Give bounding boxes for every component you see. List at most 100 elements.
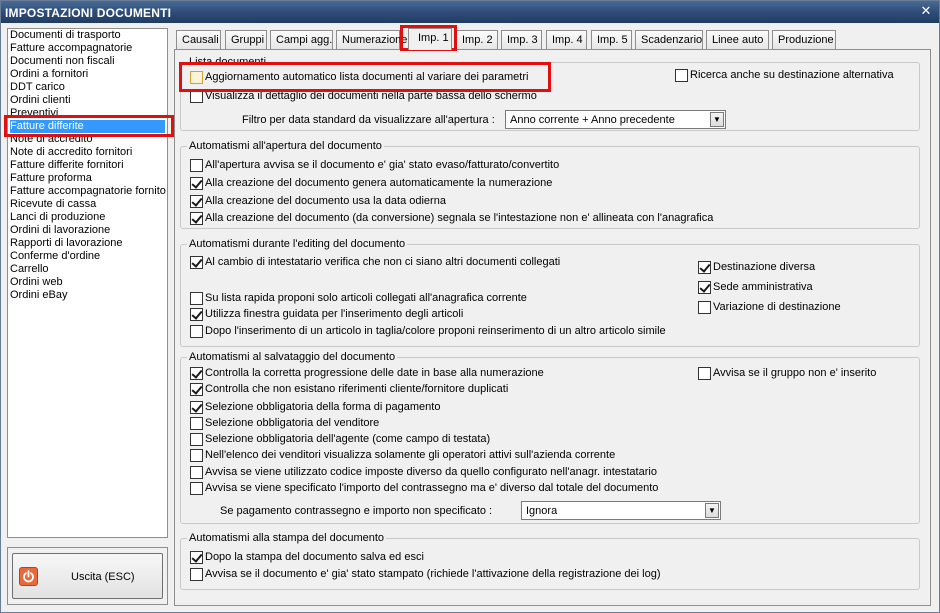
checkbox-label: Dopo la stampa del documento salva ed es… [205, 551, 424, 563]
checkbox-box[interactable] [698, 261, 711, 274]
chevron-down-icon[interactable]: ▼ [710, 112, 724, 127]
checkbox-box[interactable] [190, 212, 203, 225]
sidebar-item[interactable]: Ordini eBay [8, 289, 167, 302]
sidebar-item[interactable]: Fatture differite [10, 120, 165, 133]
checkbox-box[interactable] [190, 292, 203, 305]
sidebar-item[interactable]: Ordini a fornitori [8, 68, 167, 81]
close-icon[interactable]: ✕ [918, 3, 934, 19]
tab-imp-5[interactable]: Imp. 5 [591, 30, 632, 49]
checkbox-tax-code-warn[interactable]: Avvisa se viene utilizzato codice impost… [190, 466, 657, 481]
power-icon [19, 567, 38, 586]
checkbox-box[interactable] [190, 433, 203, 446]
checkbox-quick-list[interactable]: Su lista rapida proponi solo articoli co… [190, 292, 527, 307]
checkbox-box[interactable] [190, 177, 203, 190]
checkbox-payment-required[interactable]: Selezione obbligatoria della forma di pa… [190, 401, 440, 416]
sidebar-item[interactable]: Note di accredito [8, 133, 167, 146]
tab-campi-agg[interactable]: Campi agg. [270, 30, 333, 49]
checkbox-header-check[interactable]: Alla creazione del documento (da convers… [190, 212, 713, 227]
checkbox-box[interactable] [190, 551, 203, 564]
tab-imp-3[interactable]: Imp. 3 [501, 30, 542, 49]
checkbox-label: Alla creazione del documento usa la data… [205, 195, 446, 207]
checkbox-active-sellers[interactable]: Nell'elenco dei venditori visualizza sol… [190, 449, 615, 464]
checkbox-box[interactable] [190, 482, 203, 495]
checkbox-box[interactable] [675, 69, 688, 82]
checkbox-already-printed[interactable]: Avvisa se il documento e' gia' stato sta… [190, 568, 661, 583]
cod-payment-value: Ignora [526, 505, 558, 517]
checkbox-date-progression[interactable]: Controlla la corretta progressione delle… [190, 367, 544, 382]
exit-button[interactable]: Uscita (ESC) [12, 553, 163, 599]
tab-imp-1[interactable]: Imp. 1 [408, 28, 452, 50]
checkbox-box[interactable] [190, 159, 203, 172]
checkbox-apertura-avvisa[interactable]: All'apertura avvisa se il documento e' g… [190, 159, 559, 174]
checkbox-box[interactable] [698, 367, 711, 380]
checkbox-label: Controlla la corretta progressione delle… [205, 367, 544, 379]
checkbox-label: Ricerca anche su destinazione alternativ… [690, 69, 894, 81]
checkbox-box[interactable] [190, 383, 203, 396]
checkbox-reinsert[interactable]: Dopo l'inserimento di un articolo in tag… [190, 325, 666, 340]
sidebar-item[interactable]: DDT carico [8, 81, 167, 94]
checkbox-box[interactable] [190, 256, 203, 269]
sidebar-item[interactable]: Ordini clienti [8, 94, 167, 107]
tab-imp-2[interactable]: Imp. 2 [456, 30, 498, 49]
checkbox-box[interactable] [698, 281, 711, 294]
sidebar-item[interactable]: Note di accredito fornitori [8, 146, 167, 159]
sidebar-item[interactable]: Documenti non fiscali [8, 55, 167, 68]
checkbox-group-warn[interactable]: Avvisa se il gruppo non e' inserito [698, 367, 876, 382]
sidebar-item[interactable]: Fatture accompagnatorie [8, 42, 167, 55]
tab-linee-auto[interactable]: Linee auto [706, 30, 769, 49]
checkbox-show-detail[interactable]: Visualizza il dettaglio dei documenti ne… [190, 90, 537, 105]
sidebar-item[interactable]: Fatture differite fornitori [8, 159, 167, 172]
checkbox-label: Selezione obbligatoria del venditore [205, 417, 380, 429]
checkbox-var-dest[interactable]: Variazione di destinazione [698, 301, 841, 316]
sidebar-item[interactable]: Conferme d'ordine [8, 250, 167, 263]
tab-numerazione[interactable]: Numerazione [336, 30, 407, 49]
checkbox-duplicate-refs[interactable]: Controlla che non esistano riferimenti c… [190, 383, 508, 398]
document-type-list[interactable]: Documenti di trasporto Fatture accompagna… [7, 28, 168, 538]
checkbox-box[interactable] [190, 466, 203, 479]
tab-causali[interactable]: Causali [176, 30, 221, 49]
sidebar-item[interactable]: Ricevute di cassa [8, 198, 167, 211]
group-editing: Automatismi durante l'editing del docume… [180, 238, 920, 347]
tab-gruppi[interactable]: Gruppi [225, 30, 267, 49]
checkbox-box[interactable] [190, 71, 203, 84]
checkbox-box[interactable] [190, 195, 203, 208]
cod-payment-select[interactable]: Ignora ▼ [521, 501, 721, 520]
checkbox-box[interactable] [190, 90, 203, 103]
checkbox-cod-amount-warn[interactable]: Avvisa se viene specificato l'importo de… [190, 482, 658, 497]
checkbox-box[interactable] [190, 401, 203, 414]
tab-produzione[interactable]: Produzione [772, 30, 836, 49]
checkbox-box[interactable] [190, 325, 203, 338]
sidebar-item[interactable]: Ordini web [8, 276, 167, 289]
chevron-down-icon[interactable]: ▼ [705, 503, 719, 518]
sidebar-item[interactable]: Ordini di lavorazione [8, 224, 167, 237]
checkbox-box[interactable] [190, 449, 203, 462]
checkbox-box[interactable] [698, 301, 711, 314]
sidebar-item[interactable]: Documenti di trasporto [8, 29, 167, 42]
checkbox-sede-amm[interactable]: Sede amministrativa [698, 281, 813, 296]
date-filter-select[interactable]: Anno corrente + Anno precedente ▼ [505, 110, 726, 129]
sidebar-item[interactable]: Fatture proforma [8, 172, 167, 185]
checkbox-wizard[interactable]: Utilizza finestra guidata per l'inserime… [190, 308, 463, 323]
checkbox-auto-numbering[interactable]: Alla creazione del documento genera auto… [190, 177, 552, 192]
checkbox-today-date[interactable]: Alla creazione del documento usa la data… [190, 195, 446, 210]
tab-scadenzario[interactable]: Scadenzario [635, 30, 703, 49]
sidebar-item[interactable]: Rapporti di lavorazione [8, 237, 167, 250]
checkbox-change-holder[interactable]: Al cambio di intestatario verifica che n… [190, 256, 560, 271]
checkbox-seller-required[interactable]: Selezione obbligatoria del venditore [190, 417, 379, 432]
checkbox-alt-search[interactable]: Ricerca anche su destinazione alternativ… [675, 69, 894, 84]
sidebar-item[interactable]: Lanci di produzione [8, 211, 167, 224]
checkbox-agent-required[interactable]: Selezione obbligatoria dell'agente (come… [190, 433, 490, 448]
date-filter-label: Filtro per data standard da visualizzare… [242, 114, 495, 126]
sidebar-item[interactable]: Carrello [8, 263, 167, 276]
checkbox-dest-diversa[interactable]: Destinazione diversa [698, 261, 815, 276]
checkbox-print-save-exit[interactable]: Dopo la stampa del documento salva ed es… [190, 551, 424, 566]
sidebar-item[interactable]: Preventivi [8, 107, 167, 120]
settings-window: IMPOSTAZIONI DOCUMENTI ✕ Documenti di tr… [0, 0, 940, 613]
sidebar-item[interactable]: Fatture accompagnatorie fornito [8, 185, 167, 198]
checkbox-box[interactable] [190, 308, 203, 321]
checkbox-box[interactable] [190, 568, 203, 581]
checkbox-auto-update[interactable]: Aggiornamento automatico lista documenti… [190, 71, 528, 86]
checkbox-box[interactable] [190, 417, 203, 430]
checkbox-box[interactable] [190, 367, 203, 380]
tab-imp-4[interactable]: Imp. 4 [546, 30, 587, 49]
